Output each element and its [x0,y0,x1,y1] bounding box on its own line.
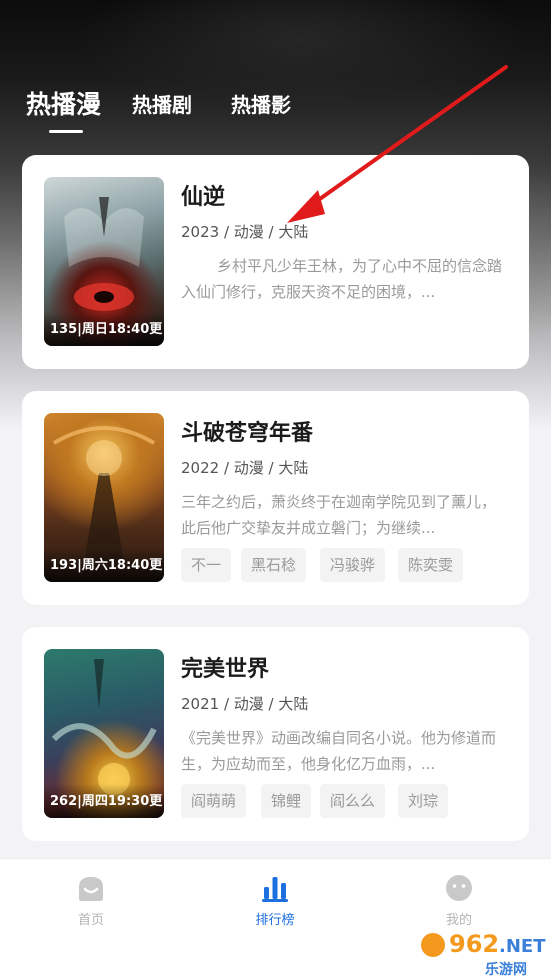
nav-home-label: 首页 [77,913,104,928]
show-card[interactable]: 262|周四19:30更 完美世界 2021 / 动漫 / 大陆 《完美世界》动… [22,627,529,841]
cast-tag[interactable]: 阎萌萌 [181,784,247,818]
show-poster[interactable]: 193|周六18:40更 [44,413,164,582]
show-meta: 2022 / 动漫 / 大陆 [181,459,309,477]
show-description: 乡村平凡少年王林，为了心中不屈的信念踏入仙门修行，克服天资不足的困境，... [181,257,503,301]
show-description: 《完美世界》动画改编自同名小说。他为修道而生，为应劫而至，他身化亿万血雨，... [181,729,497,773]
show-title[interactable]: 仙逆 [181,179,225,211]
ranking-bars-icon [262,877,288,902]
cast-tag[interactable]: 刘琮 [398,784,449,818]
cast-tag[interactable]: 冯骏骅 [320,548,386,582]
cast-tag[interactable]: 黑石稔 [241,548,307,582]
show-meta: 2023 / 动漫 / 大陆 [181,223,309,241]
nav-ranking[interactable]: 排行榜 [215,859,335,939]
show-poster[interactable]: 135|周日18:40更 [44,177,164,346]
show-meta: 2021 / 动漫 / 大陆 [181,695,309,713]
show-poster[interactable]: 262|周四19:30更 [44,649,164,818]
watermark-domain: .NET [499,936,546,957]
watermark-site: 乐游网 [485,961,527,978]
cast-tag[interactable]: 不一 [181,548,232,582]
tab-hot-anime[interactable]: 热播漫 [26,85,101,121]
show-card[interactable]: 135|周日18:40更 仙逆 2023 / 动漫 / 大陆 乡村平凡少年王林，… [22,155,529,369]
episode-schedule-label: 135|周日18:40更 [50,322,163,337]
show-card[interactable]: 193|周六18:40更 斗破苍穹年番 2022 / 动漫 / 大陆 三年之约后… [22,391,529,605]
home-icon [79,877,103,901]
nav-ranking-label: 排行榜 [255,913,295,928]
show-title[interactable]: 斗破苍穹年番 [181,415,313,447]
episode-schedule-label: 193|周六18:40更 [50,558,163,573]
watermark-number: 962 [449,930,499,958]
profile-face-icon [446,875,472,901]
nav-home[interactable]: 首页 [31,859,151,939]
episode-schedule-label: 262|周四19:30更 [50,794,163,809]
show-title[interactable]: 完美世界 [181,651,269,683]
site-watermark: 962 .NET 乐游网 [421,930,546,978]
tab-hot-movie[interactable]: 热播影 [231,89,291,118]
cast-tag[interactable]: 锦鲤 [261,784,312,818]
cast-tag[interactable]: 阎么么 [320,784,386,818]
tab-hot-drama[interactable]: 热播剧 [132,89,192,118]
show-description: 三年之约后，萧炎终于在迦南学院见到了薰儿，此后他广交挚友并成立磐门；为继续... [181,493,497,537]
active-tab-indicator [49,130,83,133]
cast-tag[interactable]: 陈奕雯 [398,548,464,582]
